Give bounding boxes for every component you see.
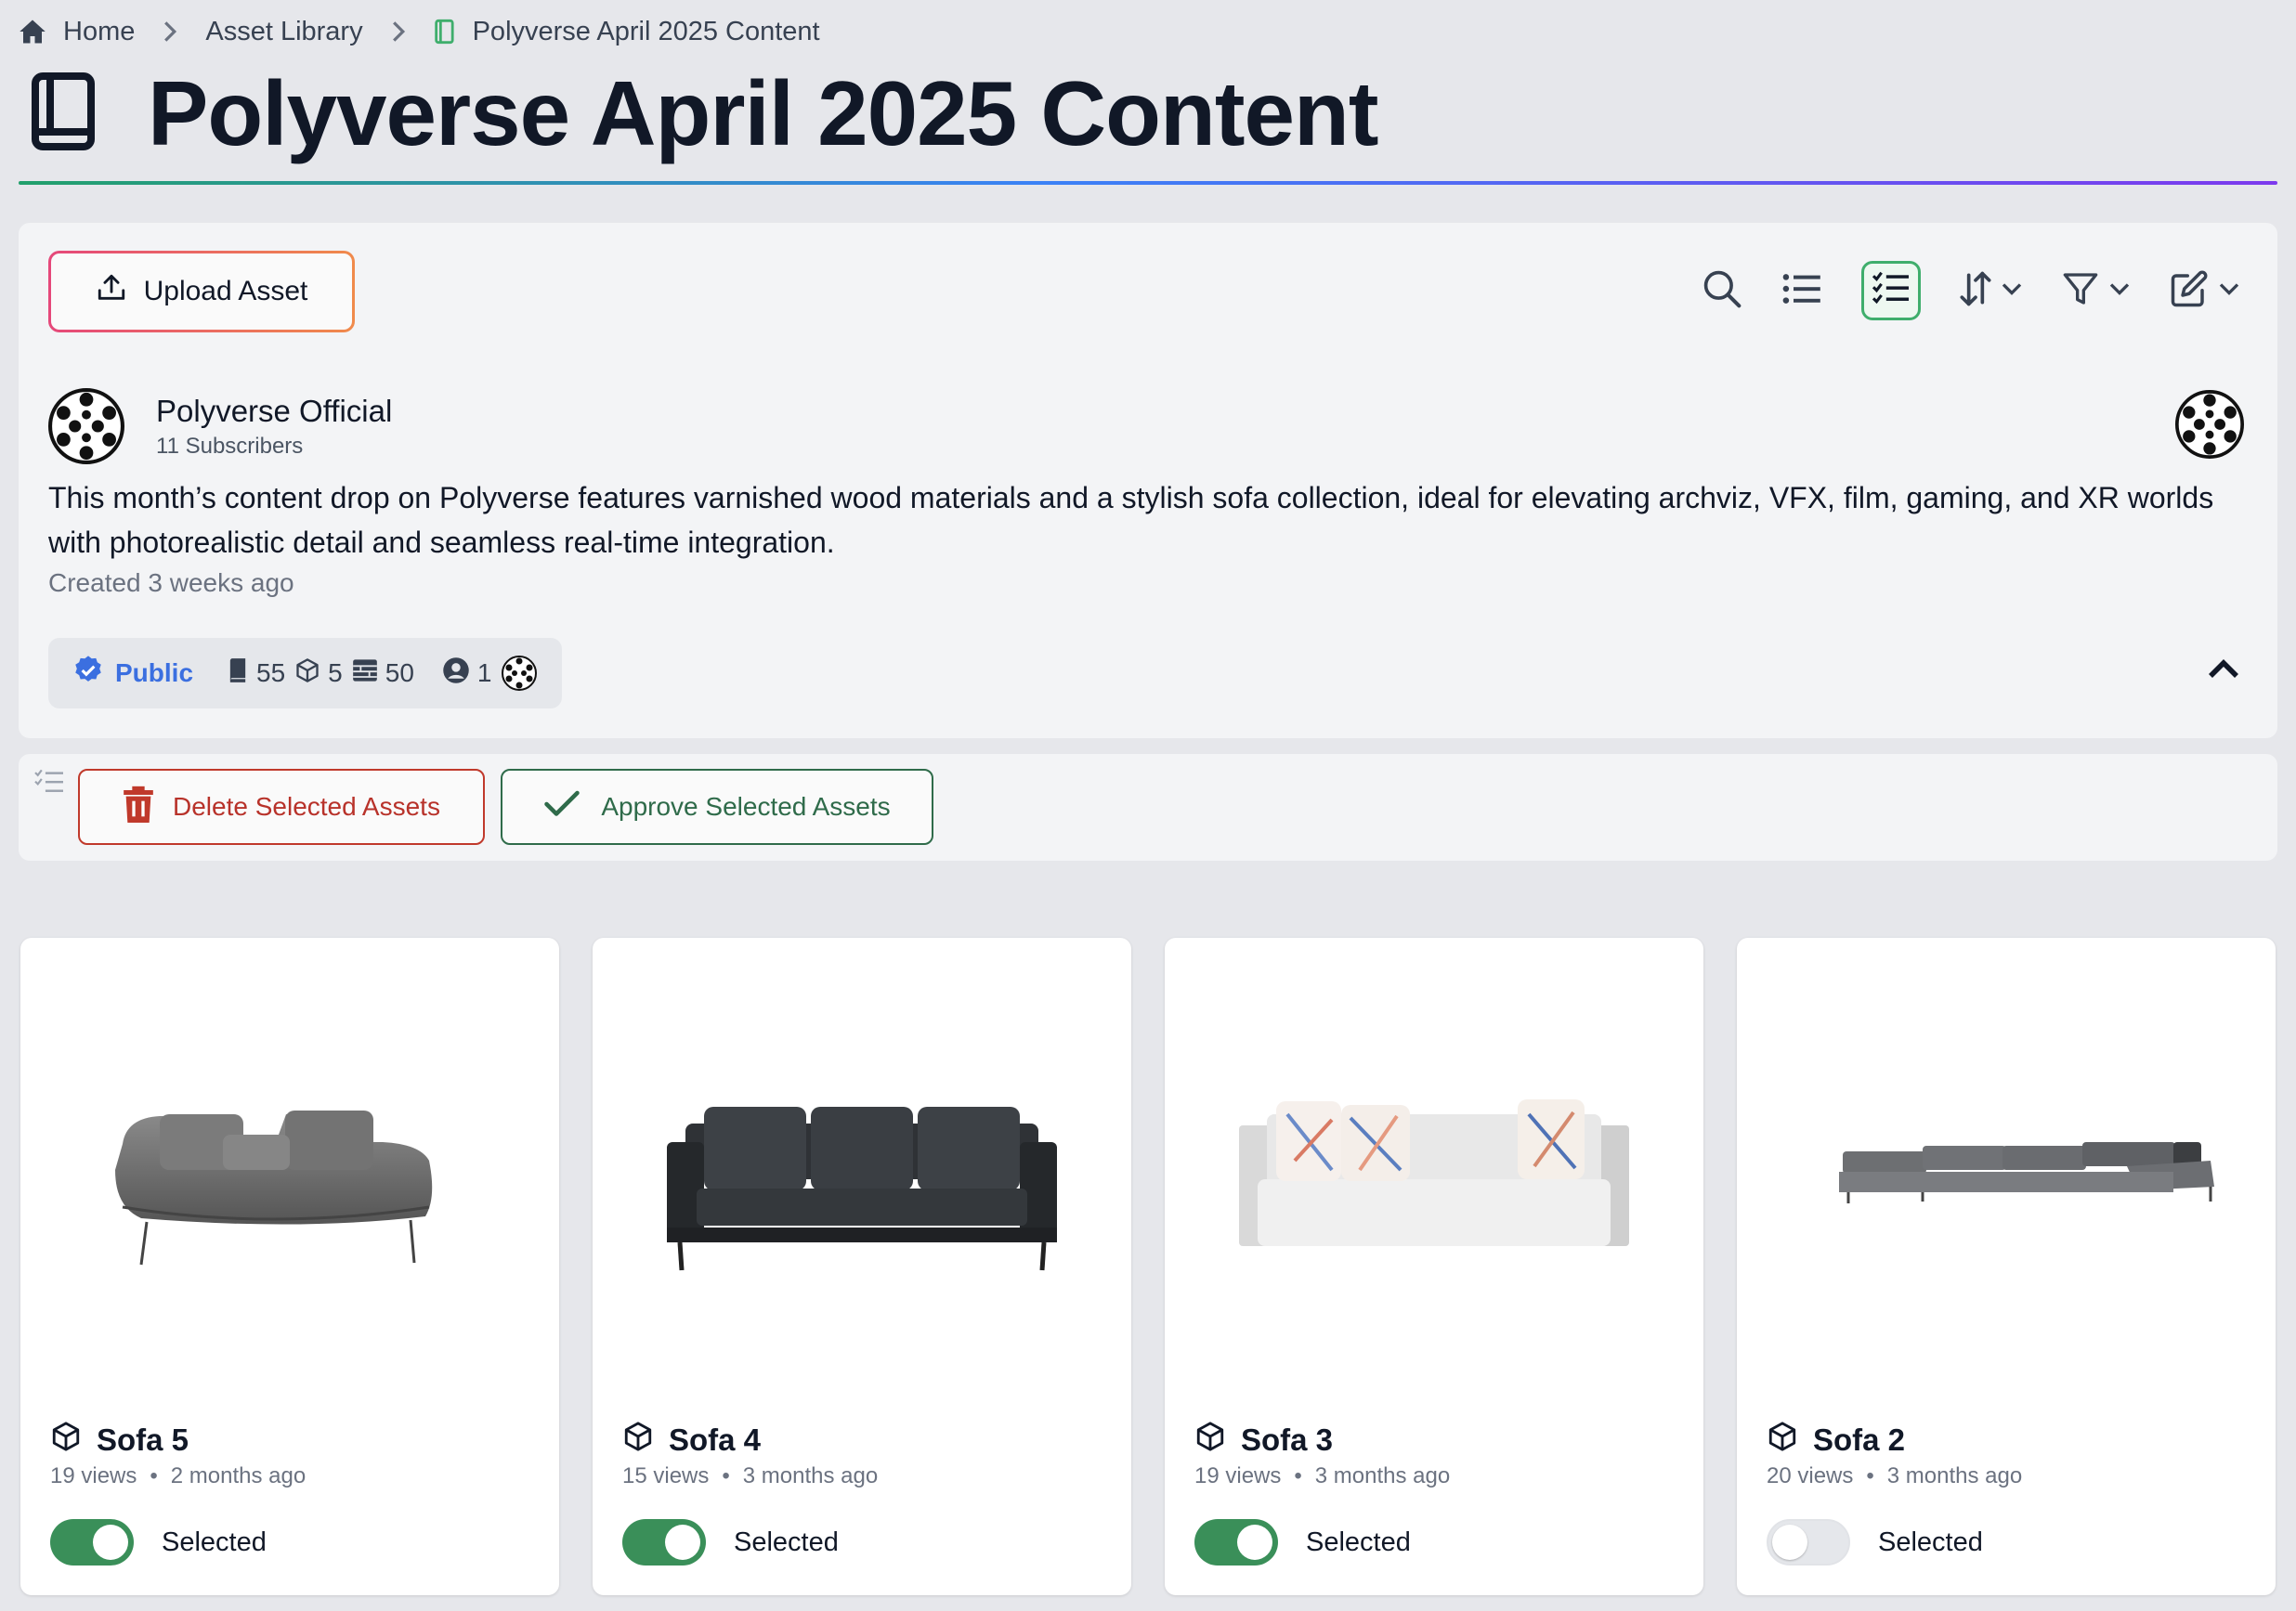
collection-info-panel: Upload Asset Polyverse Official 11 Subsc… bbox=[19, 223, 2277, 738]
select-toggle-row: Selected bbox=[622, 1519, 839, 1566]
page-header: Polyverse April 2025 Content bbox=[30, 58, 1379, 169]
verified-badge-icon bbox=[72, 655, 104, 693]
select-toggle[interactable] bbox=[622, 1519, 706, 1566]
cube-icon bbox=[294, 657, 320, 690]
approve-selected-button[interactable]: Approve Selected Assets bbox=[501, 769, 933, 845]
select-mode-button[interactable] bbox=[1861, 261, 1921, 320]
edit-icon bbox=[2170, 269, 2209, 313]
asset-card[interactable]: Sofa 3 19 views • 3 months ago Selected bbox=[1165, 938, 1703, 1595]
book-icon bbox=[434, 19, 456, 45]
chevron-down-icon bbox=[2001, 281, 2023, 301]
subscriber-count: 11 Subscribers bbox=[156, 434, 304, 459]
checklist-icon bbox=[33, 769, 65, 801]
collection-stats: Public 55 5 50 1 bbox=[48, 638, 563, 708]
select-toggle-row: Selected bbox=[50, 1519, 267, 1566]
asset-meta: 19 views • 3 months ago bbox=[1194, 1463, 1451, 1488]
select-toggle-label: Selected bbox=[1878, 1527, 1983, 1557]
select-toggle-label: Selected bbox=[734, 1527, 839, 1557]
checkmark-icon bbox=[543, 790, 581, 825]
cube-icon bbox=[50, 1421, 82, 1460]
breadcrumb-home-label: Home bbox=[63, 16, 136, 46]
upload-asset-label: Upload Asset bbox=[143, 276, 308, 306]
sort-icon bbox=[1960, 268, 1991, 314]
collapse-button[interactable] bbox=[2207, 657, 2240, 684]
filter-dropdown[interactable] bbox=[2062, 258, 2131, 323]
upload-icon bbox=[96, 272, 127, 311]
filter-icon bbox=[2062, 270, 2099, 312]
chevron-right-icon bbox=[391, 19, 406, 44]
asset-title[interactable]: Sofa 5 bbox=[50, 1421, 189, 1460]
members-stat: 1 bbox=[442, 656, 491, 691]
asset-meta: 20 views • 3 months ago bbox=[1767, 1463, 2023, 1488]
trash-icon bbox=[123, 786, 154, 829]
models-stat: 5 bbox=[294, 657, 343, 690]
materials-stat: 50 bbox=[352, 658, 414, 689]
asset-meta: 19 views • 2 months ago bbox=[50, 1463, 307, 1488]
view-toolbar bbox=[1663, 258, 2240, 323]
bulk-action-bar: Delete Selected Assets Approve Selected … bbox=[19, 754, 2277, 861]
sofa-thumbnail bbox=[667, 1107, 1057, 1271]
material-grid-icon bbox=[352, 658, 378, 689]
avatar[interactable] bbox=[501, 655, 538, 692]
cube-icon bbox=[622, 1421, 654, 1460]
select-mode-icon bbox=[1872, 271, 1911, 311]
asset-card[interactable]: Sofa 2 20 views • 3 months ago Selected bbox=[1737, 938, 2276, 1595]
collection-description: This month’s content drop on Polyverse f… bbox=[48, 481, 2214, 559]
list-view-button[interactable] bbox=[1781, 258, 1822, 323]
visibility-label[interactable]: Public bbox=[115, 658, 193, 688]
avatar[interactable] bbox=[48, 388, 124, 464]
cube-icon bbox=[1767, 1421, 1798, 1460]
edit-dropdown[interactable] bbox=[2170, 258, 2240, 323]
asset-title[interactable]: Sofa 3 bbox=[1194, 1421, 1333, 1460]
sofa-thumbnail bbox=[115, 1111, 433, 1266]
select-toggle-label: Selected bbox=[162, 1527, 267, 1557]
breadcrumb-current: Polyverse April 2025 Content bbox=[434, 17, 820, 47]
asset-card[interactable]: Sofa 5 19 views • 2 months ago Selected bbox=[20, 938, 559, 1595]
chevron-down-icon bbox=[2108, 281, 2131, 301]
collections-stat: 55 bbox=[227, 657, 285, 690]
sofa-thumbnail bbox=[1839, 1142, 2214, 1203]
search-icon bbox=[1702, 268, 1742, 314]
sofa-thumbnail bbox=[1239, 1099, 1629, 1246]
chevron-up-icon bbox=[2207, 659, 2240, 683]
user-circle-icon bbox=[442, 656, 470, 691]
select-toggle[interactable] bbox=[50, 1519, 134, 1566]
breadcrumb-asset-library[interactable]: Asset Library bbox=[205, 17, 362, 47]
approve-selected-label: Approve Selected Assets bbox=[601, 792, 891, 821]
select-toggle[interactable] bbox=[1194, 1519, 1278, 1566]
created-date: Created 3 weeks ago bbox=[48, 568, 294, 597]
avatar[interactable] bbox=[2175, 390, 2244, 459]
select-toggle-label: Selected bbox=[1306, 1527, 1411, 1557]
asset-card[interactable]: Sofa 4 15 views • 3 months ago Selected bbox=[593, 938, 1131, 1595]
delete-selected-label: Delete Selected Assets bbox=[173, 792, 440, 821]
page-title: Polyverse April 2025 Content bbox=[148, 61, 1379, 164]
asset-title[interactable]: Sofa 2 bbox=[1767, 1421, 1905, 1460]
select-toggle-row: Selected bbox=[1767, 1519, 1983, 1566]
book-icon bbox=[227, 657, 249, 690]
upload-asset-button[interactable]: Upload Asset bbox=[48, 251, 355, 332]
breadcrumb: Home Asset Library Polyverse April 2025 … bbox=[19, 13, 820, 50]
channel-name[interactable]: Polyverse Official bbox=[156, 393, 392, 430]
home-icon bbox=[19, 19, 46, 45]
list-view-icon bbox=[1781, 272, 1822, 310]
breadcrumb-home[interactable]: Home bbox=[19, 17, 135, 47]
search-button[interactable] bbox=[1702, 258, 1742, 323]
breadcrumb-current-label: Polyverse April 2025 Content bbox=[472, 16, 820, 46]
channel-info: Polyverse Official 11 Subscribers bbox=[48, 388, 392, 464]
sort-dropdown[interactable] bbox=[1960, 258, 2023, 323]
book-icon bbox=[30, 71, 97, 155]
select-toggle[interactable] bbox=[1767, 1519, 1850, 1566]
select-toggle-row: Selected bbox=[1194, 1519, 1411, 1566]
chevron-right-icon bbox=[163, 19, 177, 44]
delete-selected-button[interactable]: Delete Selected Assets bbox=[78, 769, 485, 845]
title-divider bbox=[19, 181, 2277, 185]
asset-meta: 15 views • 3 months ago bbox=[622, 1463, 879, 1488]
chevron-down-icon bbox=[2218, 281, 2240, 301]
asset-title[interactable]: Sofa 4 bbox=[622, 1421, 761, 1460]
cube-icon bbox=[1194, 1421, 1226, 1460]
